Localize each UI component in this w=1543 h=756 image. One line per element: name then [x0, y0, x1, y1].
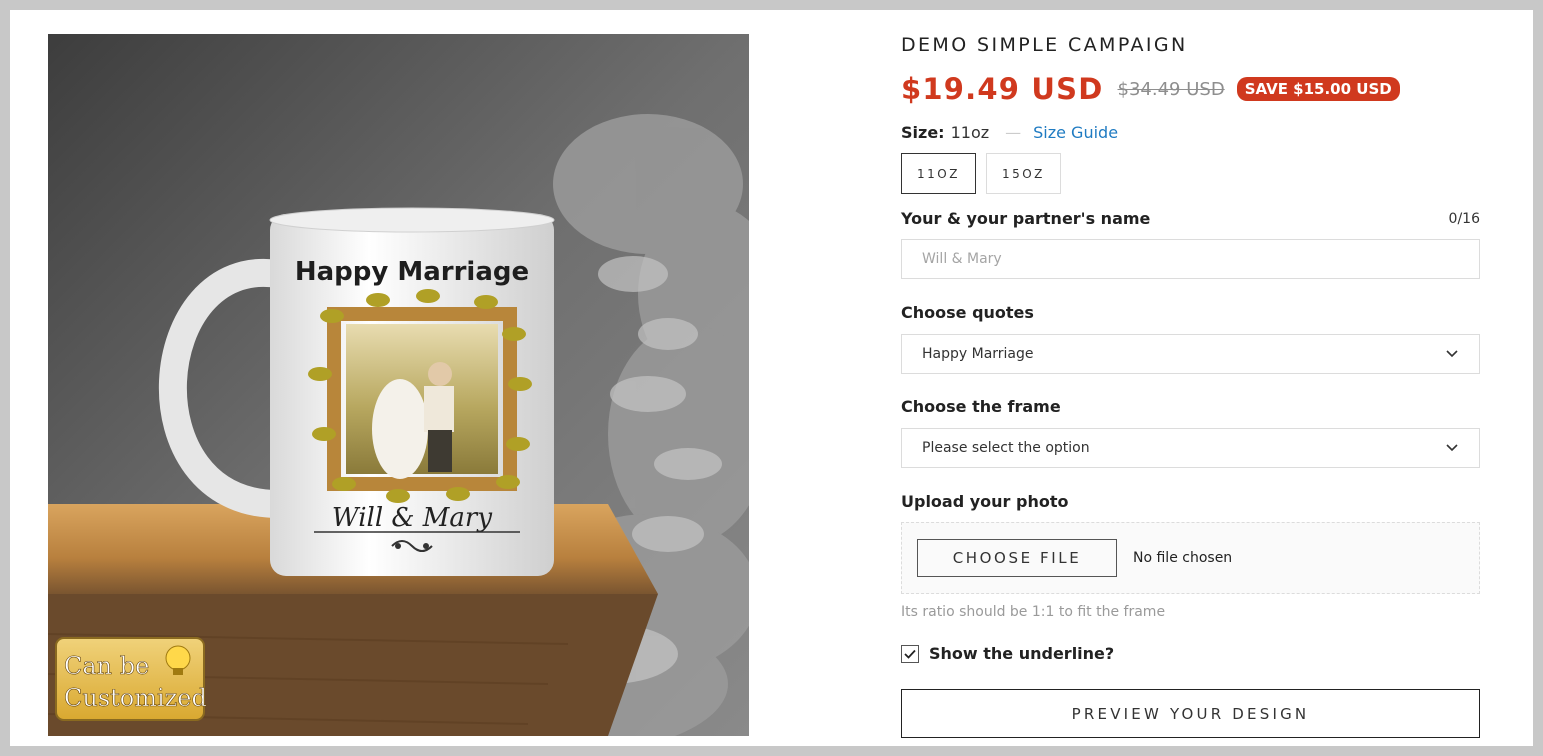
- size-option-11oz[interactable]: 11OZ: [901, 153, 976, 194]
- save-badge: SAVE $15.00 USD: [1236, 77, 1400, 101]
- underline-option[interactable]: Show the underline?: [901, 644, 1114, 663]
- upload-hint: Its ratio should be 1:1 to fit the frame: [901, 604, 1166, 620]
- page-frame: Happy Marriage Will & Mary Can be Custom…: [10, 10, 1533, 746]
- quotes-field-label: Choose quotes: [901, 303, 1034, 322]
- mug-names-text: Will & Mary: [332, 503, 492, 533]
- chevron-down-icon: [1445, 347, 1459, 361]
- mug-title-text: Happy Marriage: [295, 257, 529, 287]
- chevron-down-icon: [1445, 441, 1459, 455]
- file-status: No file chosen: [1133, 550, 1233, 566]
- badge-line1: Can be: [64, 652, 149, 680]
- product-details: DEMO SIMPLE CAMPAIGN $19.49 USD $34.49 U…: [901, 10, 1480, 746]
- product-image: Happy Marriage Will & Mary Can be Custom…: [48, 34, 749, 736]
- upload-field-label: Upload your photo: [901, 492, 1069, 511]
- size-value: 11oz: [950, 123, 990, 142]
- name-field-label: Your & your partner's name: [901, 209, 1151, 228]
- size-label: Size:: [901, 123, 945, 142]
- underline-checkbox[interactable]: [901, 644, 919, 663]
- name-char-counter: 0/16: [1448, 211, 1480, 227]
- frame-select[interactable]: Please select the option: [901, 428, 1480, 468]
- quotes-select[interactable]: Happy Marriage: [901, 334, 1480, 374]
- frame-field-label: Choose the frame: [901, 397, 1061, 416]
- frame-select-value: Please select the option: [922, 440, 1090, 456]
- size-separator: —: [1005, 123, 1022, 142]
- upload-dropzone[interactable]: CHOOSE FILE No file chosen: [901, 522, 1480, 594]
- checkmark-icon: [904, 649, 916, 659]
- size-options: 11OZ 15OZ: [901, 153, 1061, 194]
- quotes-select-value: Happy Marriage: [922, 346, 1034, 362]
- underline-label: Show the underline?: [929, 644, 1115, 663]
- size-option-15oz[interactable]: 15OZ: [985, 153, 1061, 194]
- compare-price: $34.49 USD: [1117, 78, 1225, 100]
- price-row: $19.49 USD $34.49 USD SAVE $15.00 USD: [901, 72, 1400, 106]
- sale-price: $19.49 USD: [901, 72, 1104, 106]
- choose-file-button[interactable]: CHOOSE FILE: [917, 539, 1117, 577]
- product-title: DEMO SIMPLE CAMPAIGN: [901, 34, 1188, 56]
- can-be-customized-badge: Can be Customized: [55, 637, 207, 721]
- size-guide-link[interactable]: Size Guide: [1033, 123, 1118, 142]
- partner-name-input[interactable]: [901, 239, 1480, 279]
- badge-line2: Customized: [64, 684, 207, 712]
- preview-design-button[interactable]: PREVIEW YOUR DESIGN: [901, 689, 1480, 738]
- size-row: Size: 11oz — Size Guide: [901, 123, 1118, 142]
